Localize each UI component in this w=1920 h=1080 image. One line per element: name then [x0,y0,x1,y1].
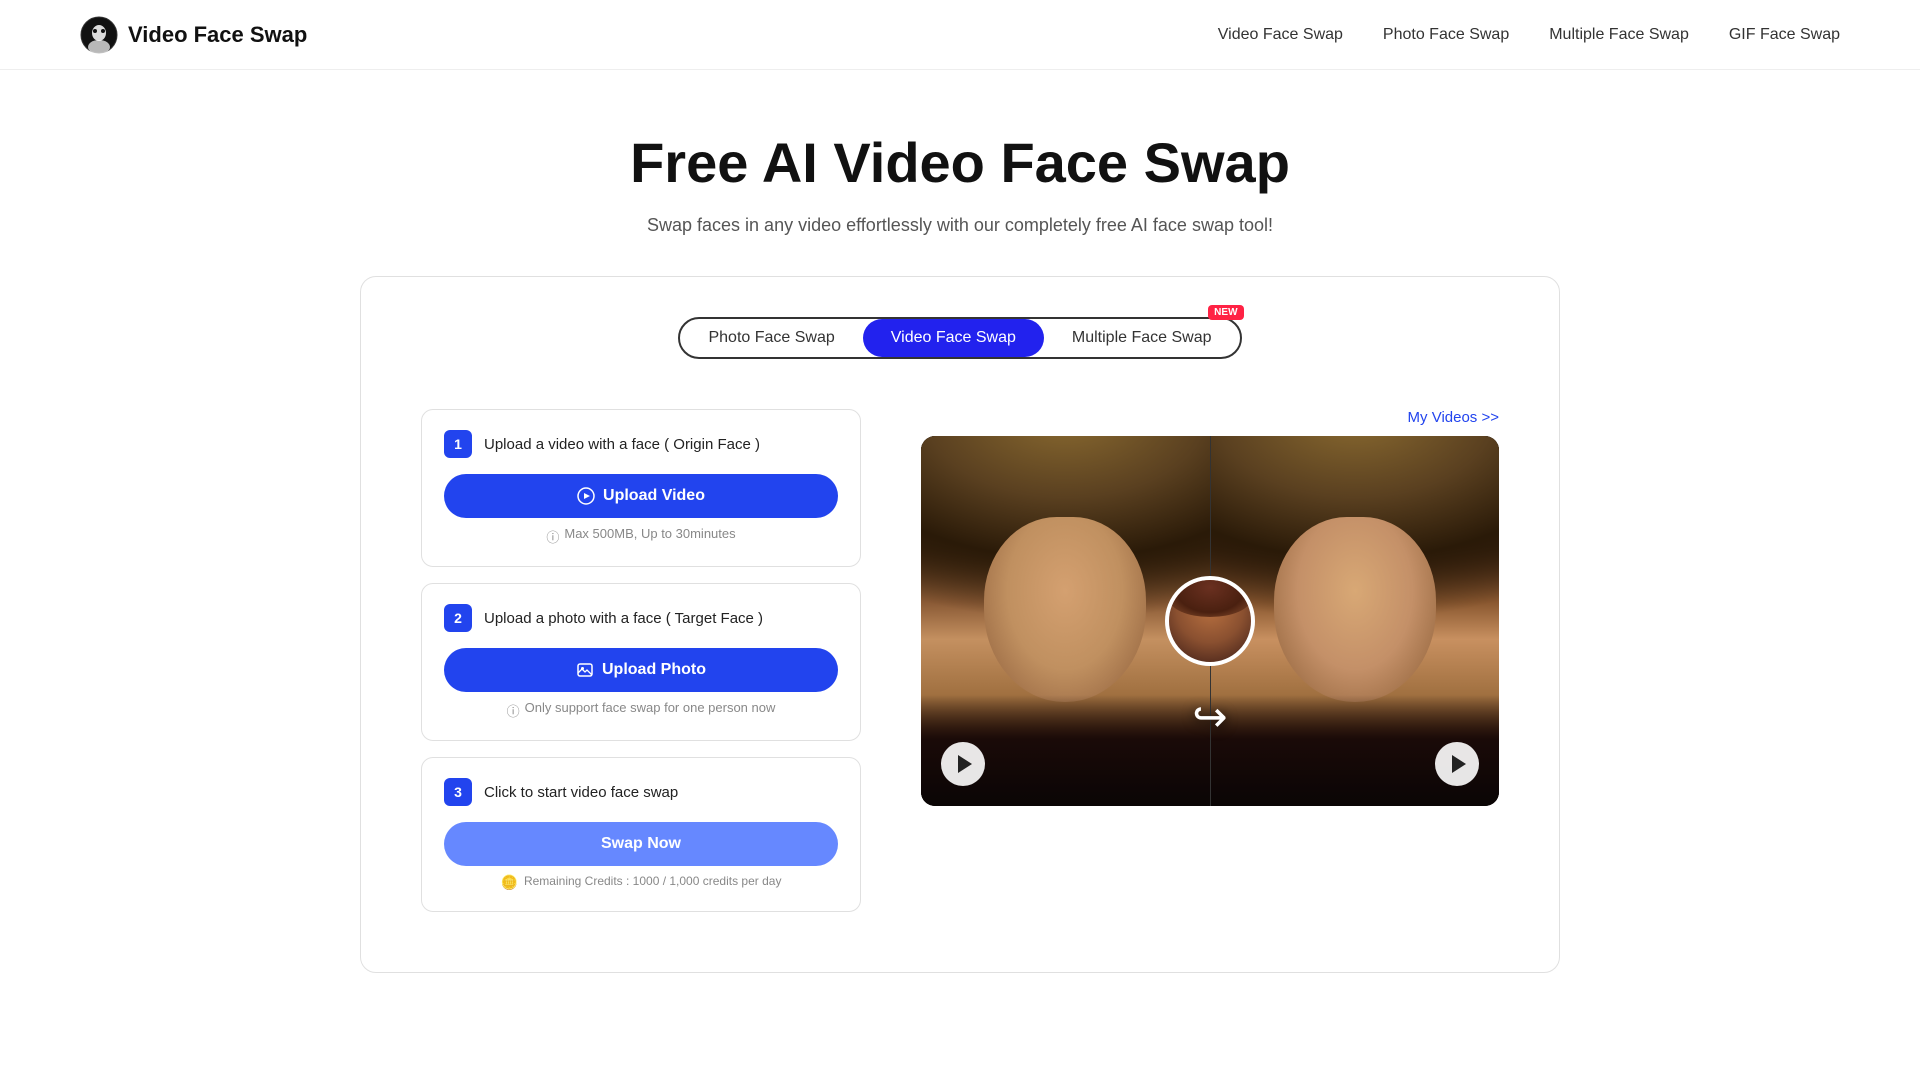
tab-multiple-face-swap[interactable]: Multiple Face Swap [1044,319,1240,357]
step-3-label: Click to start video face swap [484,784,678,801]
step-2-num: 2 [444,604,472,632]
step-3-card: 3 Click to start video face swap Swap No… [421,757,861,912]
step-1-header: 1 Upload a video with a face ( Origin Fa… [444,430,838,458]
main-container: Photo Face Swap Video Face Swap Multiple… [360,276,1560,973]
info-icon-2: ⓘ [507,701,520,720]
logo[interactable]: Video Face Swap [80,16,307,54]
swap-arrow: ↪ [1192,692,1227,741]
image-icon [576,661,594,679]
credits-hint: 🪙 Remaining Credits : 1000 / 1,000 credi… [444,874,838,891]
logo-text: Video Face Swap [128,22,307,48]
upload-video-button[interactable]: Upload Video [444,474,838,518]
step-1-num: 1 [444,430,472,458]
step-1-label: Upload a video with a face ( Origin Face… [484,436,760,453]
hero-section: Free AI Video Face Swap Swap faces in an… [0,70,1920,276]
tab-multiple-face-swap-wrapper: Multiple Face Swap NEW [1044,319,1240,357]
step-2-hint: ⓘ Only support face swap for one person … [444,700,838,720]
step-2-label: Upload a photo with a face ( Target Face… [484,610,763,627]
hero-title: Free AI Video Face Swap [20,130,1900,195]
steps-column: 1 Upload a video with a face ( Origin Fa… [421,409,861,912]
preview-wrapper: ↪ [921,436,1499,806]
credits-icon: 🪙 [501,874,518,891]
tab-photo-face-swap[interactable]: Photo Face Swap [680,319,862,357]
nav-gif-face-swap[interactable]: GIF Face Swap [1729,26,1840,44]
nav-multiple-face-swap[interactable]: Multiple Face Swap [1549,26,1689,44]
upload-photo-button[interactable]: Upload Photo [444,648,838,692]
play-button-right[interactable] [1435,742,1479,786]
preview-column: My Videos >> [921,409,1499,806]
credits-text: Remaining Credits : 1000 / 1,000 credits… [524,874,781,888]
play-button-left[interactable] [941,742,985,786]
two-col-layout: 1 Upload a video with a face ( Origin Fa… [421,409,1499,912]
tab-video-face-swap[interactable]: Video Face Swap [863,319,1044,357]
play-triangle-left [958,755,972,773]
preview-inner: ↪ [921,436,1499,806]
logo-icon [80,16,118,54]
step-2-header: 2 Upload a photo with a face ( Target Fa… [444,604,838,632]
site-header: Video Face Swap Video Face Swap Photo Fa… [0,0,1920,70]
tabs-row: Photo Face Swap Video Face Swap Multiple… [421,317,1499,359]
info-icon: ⓘ [546,527,559,546]
step-2-card: 2 Upload a photo with a face ( Target Fa… [421,583,861,741]
play-circle-icon [577,487,595,505]
new-badge: NEW [1208,305,1243,320]
hero-subtitle: Swap faces in any video effortlessly wit… [20,215,1900,236]
play-triangle-right [1452,755,1466,773]
nav-photo-face-swap[interactable]: Photo Face Swap [1383,26,1509,44]
nav-video-face-swap[interactable]: Video Face Swap [1218,26,1343,44]
step-3-header: 3 Click to start video face swap [444,778,838,806]
step-1-hint: ⓘ Max 500MB, Up to 30minutes [444,526,838,546]
face-circle-overlay [1165,576,1255,666]
main-nav: Video Face Swap Photo Face Swap Multiple… [1218,26,1840,44]
my-videos-link[interactable]: My Videos >> [921,409,1499,426]
step-1-card: 1 Upload a video with a face ( Origin Fa… [421,409,861,567]
tabs-pill: Photo Face Swap Video Face Swap Multiple… [678,317,1241,359]
step-3-num: 3 [444,778,472,806]
swap-now-button[interactable]: Swap Now [444,822,838,866]
